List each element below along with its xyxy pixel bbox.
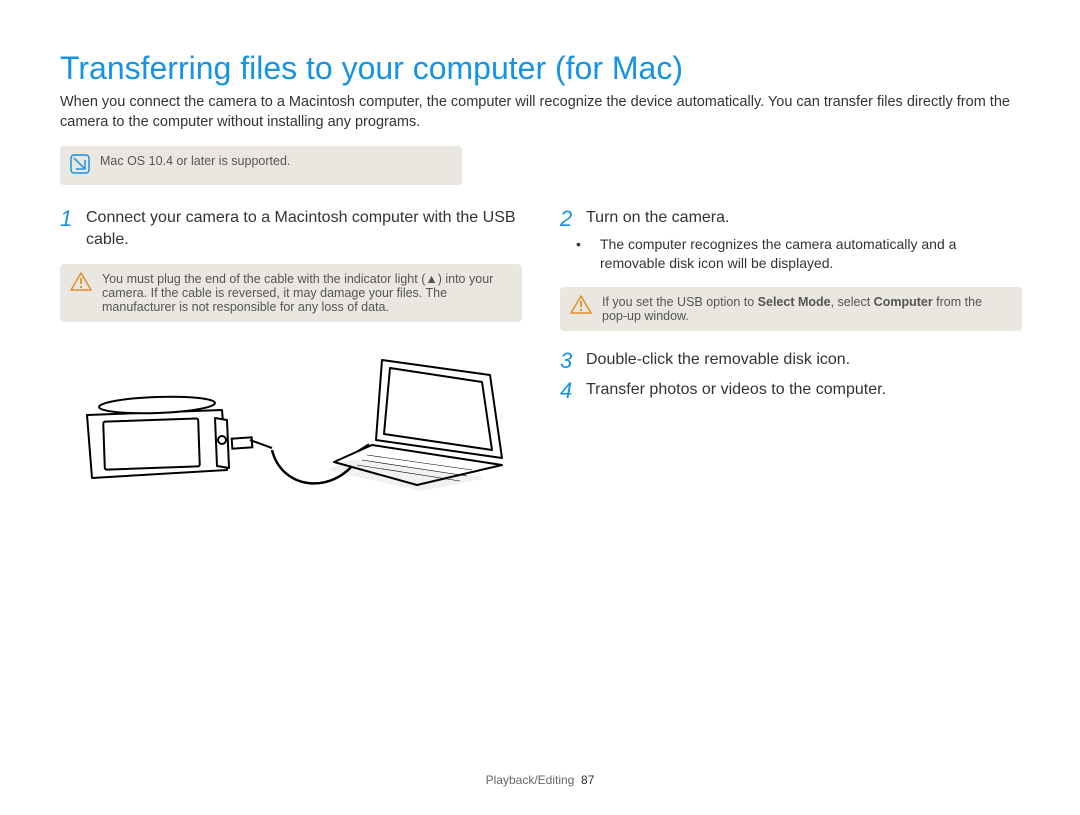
info-note-box: Mac OS 10.4 or later is supported. <box>60 146 462 185</box>
warning-icon <box>70 272 92 295</box>
connection-illustration <box>72 340 520 525</box>
footer-page-number: 87 <box>581 773 594 787</box>
warning-box-2: If you set the USB option to Select Mode… <box>560 287 1022 331</box>
info-note-text: Mac OS 10.4 or later is supported. <box>100 154 290 168</box>
warning-icon <box>570 295 592 318</box>
bold-text: Select Mode <box>758 295 831 309</box>
step-number: 2 <box>560 207 576 231</box>
step-number: 1 <box>60 207 76 231</box>
manual-page: Transferring files to your computer (for… <box>0 0 1080 815</box>
intro-text: When you connect the camera to a Macinto… <box>60 93 1020 132</box>
step-1: 1 Connect your camera to a Macintosh com… <box>60 207 520 250</box>
step-number: 4 <box>560 379 576 403</box>
warning-text: If you set the USB option to Select Mode… <box>602 295 1010 323</box>
step-text: Turn on the camera. <box>586 207 729 229</box>
step-2-sub-text: The computer recognizes the camera autom… <box>600 236 956 271</box>
step-2-sub: •The computer recognizes the camera auto… <box>588 235 1020 273</box>
t: If you set the USB option to <box>602 295 758 309</box>
right-column: 2 Turn on the camera. •The computer reco… <box>560 207 1020 525</box>
step-text: Connect your camera to a Macintosh compu… <box>86 207 520 250</box>
t: , select <box>831 295 874 309</box>
step-2: 2 Turn on the camera. <box>560 207 1020 231</box>
page-footer: Playback/Editing 87 <box>0 773 1080 787</box>
step-number: 3 <box>560 349 576 373</box>
bold-text: Computer <box>874 295 933 309</box>
note-icon <box>70 154 90 177</box>
step-text: Double-click the removable disk icon. <box>586 349 850 371</box>
warning-box-1: You must plug the end of the cable with … <box>60 264 522 322</box>
footer-section: Playback/Editing <box>486 773 575 787</box>
step-3: 3 Double-click the removable disk icon. <box>560 349 1020 373</box>
step-4: 4 Transfer photos or videos to the compu… <box>560 379 1020 403</box>
step-text: Transfer photos or videos to the compute… <box>586 379 886 401</box>
bullet-icon: • <box>588 235 600 254</box>
warning-text: You must plug the end of the cable with … <box>102 272 510 314</box>
content-columns: 1 Connect your camera to a Macintosh com… <box>60 207 1020 525</box>
left-column: 1 Connect your camera to a Macintosh com… <box>60 207 520 525</box>
page-title: Transferring files to your computer (for… <box>60 50 1020 87</box>
